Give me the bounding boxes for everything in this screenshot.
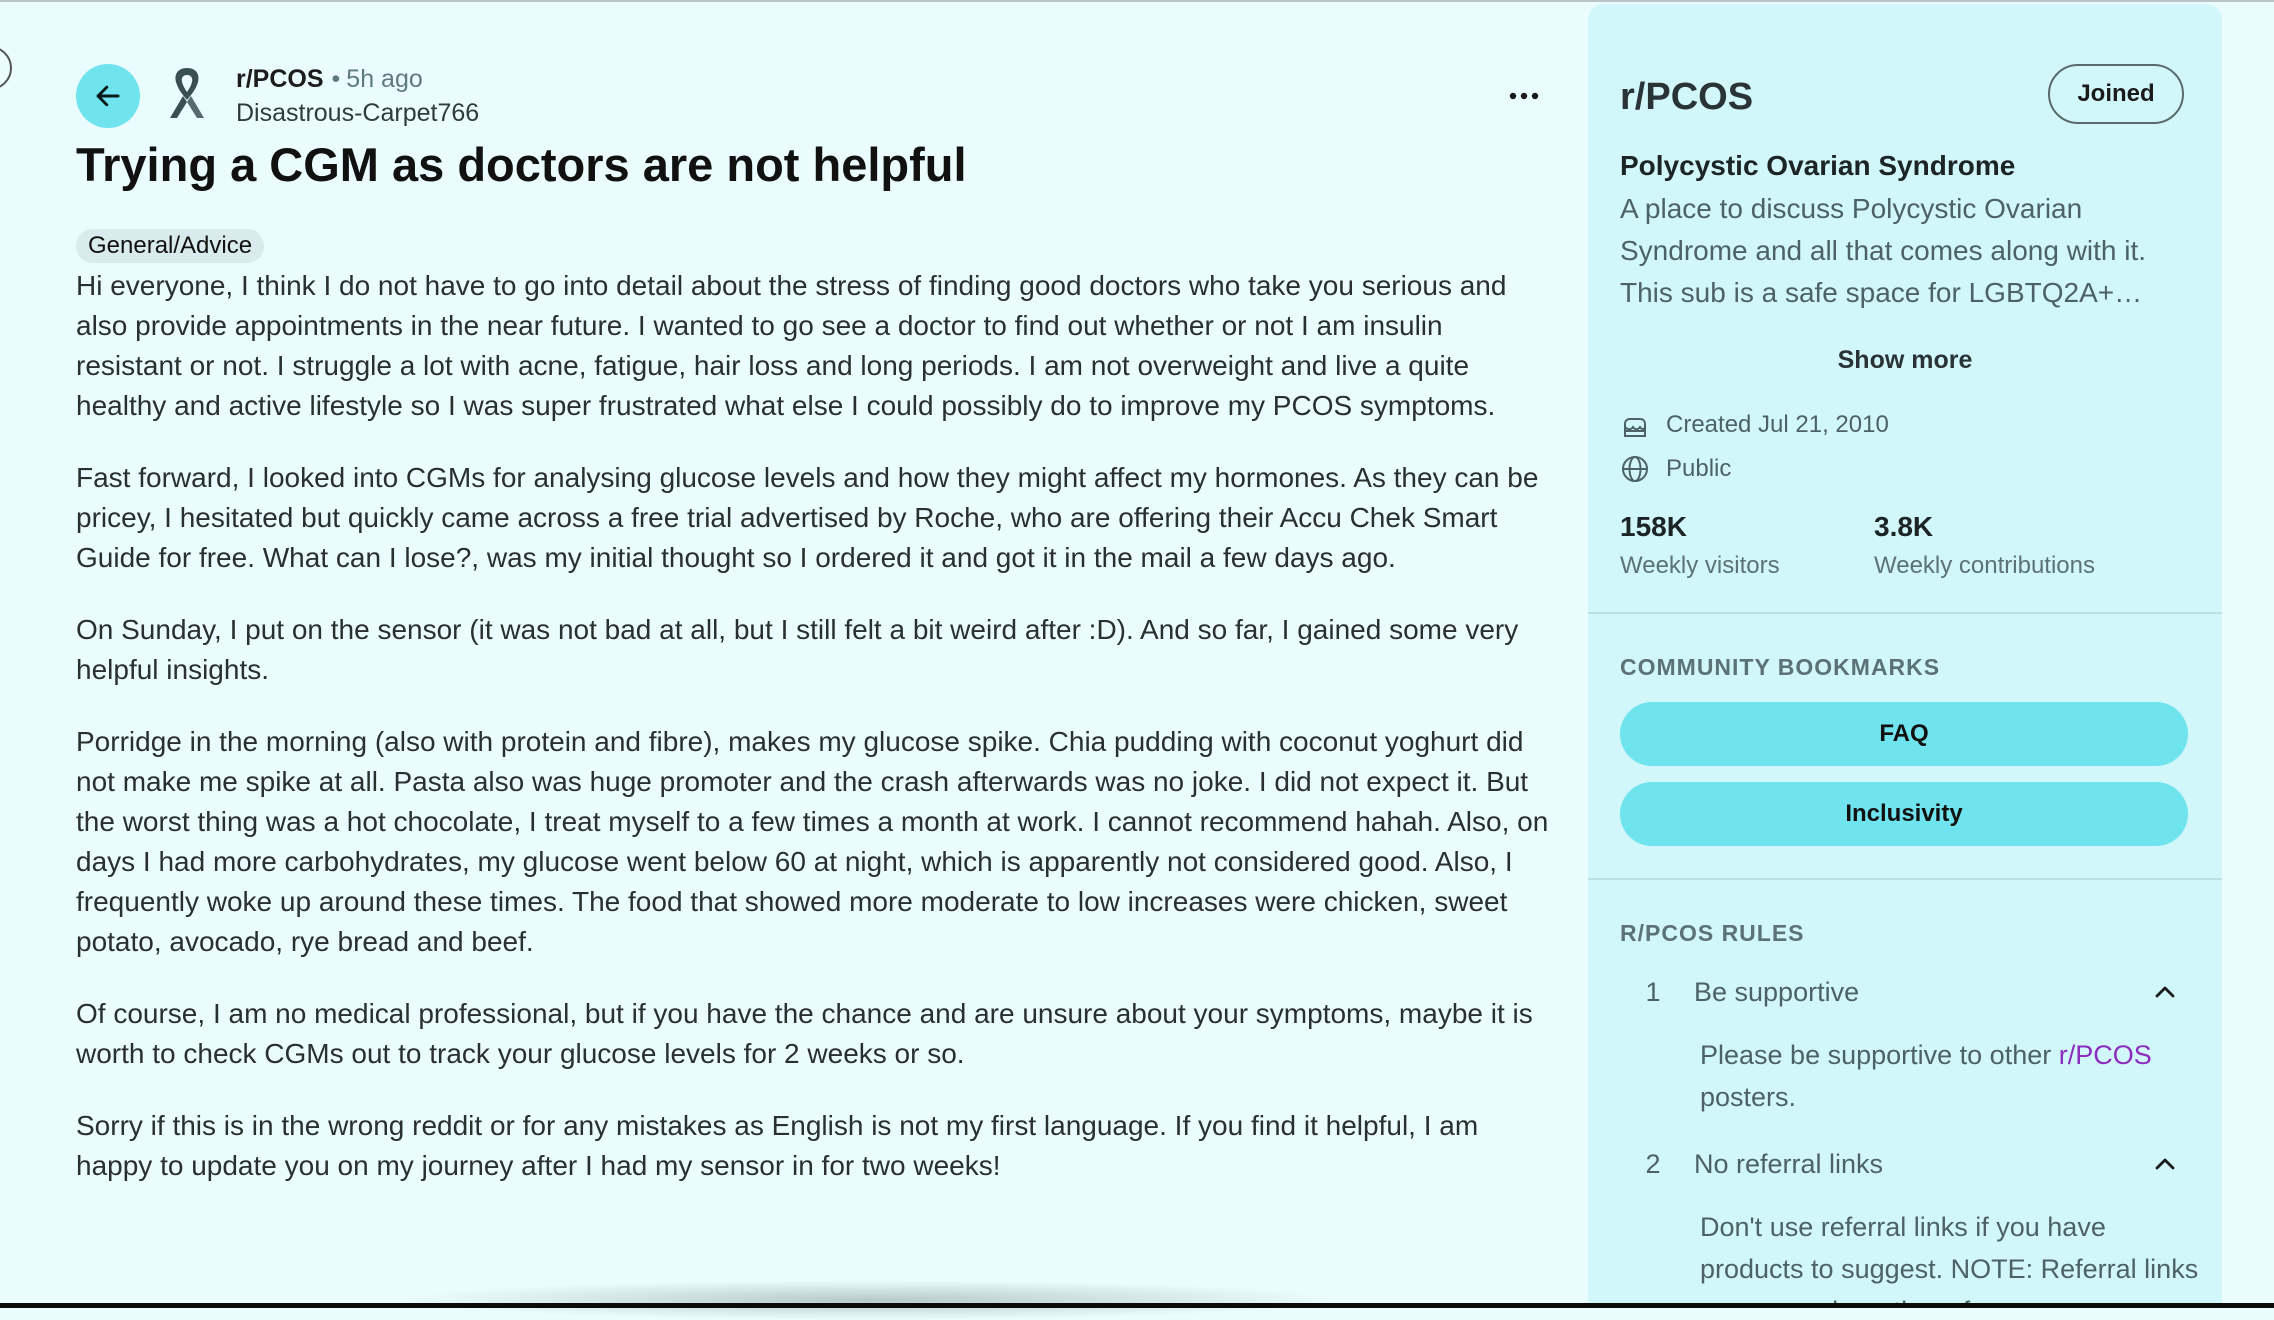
visibility-info: Public xyxy=(1620,454,1731,484)
subreddit-link[interactable]: r/PCOS xyxy=(2059,1040,2152,1070)
edge-control[interactable] xyxy=(0,46,12,90)
community-description: A place to discuss Polycystic Ovarian Sy… xyxy=(1620,193,2147,308)
stat-weekly-visitors: 158K Weekly visitors xyxy=(1620,510,1780,580)
back-button[interactable] xyxy=(76,64,140,128)
bookmarks-heading: COMMUNITY BOOKMARKS xyxy=(1620,654,1941,680)
created-date: Created Jul 21, 2010 xyxy=(1666,411,1889,438)
window-bottom-border xyxy=(0,1303,2274,1308)
cake-icon xyxy=(1624,418,1646,437)
stat-value: 3.8K xyxy=(1874,511,1934,542)
ribbon-icon xyxy=(170,68,204,118)
chevron-up-icon xyxy=(2155,986,2175,998)
author-link[interactable]: Disastrous-Carpet766 xyxy=(236,96,479,130)
chevron-up-icon xyxy=(2155,1158,2175,1170)
rule-title: Be supportive xyxy=(1694,976,1860,1007)
created-info: Created Jul 21, 2010 xyxy=(1620,410,1889,440)
stat-weekly-contributions: 3.8K Weekly contributions xyxy=(1874,510,2095,580)
subreddit-avatar[interactable] xyxy=(156,62,218,124)
ellipsis-icon xyxy=(1509,92,1539,100)
separator-dot: • xyxy=(331,65,341,93)
scroll-shadow xyxy=(400,1280,1340,1320)
rule-desc-text: Please be supportive to other xyxy=(1700,1040,2059,1070)
sidebar-divider xyxy=(1588,878,2222,880)
show-more-button[interactable]: Show more xyxy=(1588,346,2222,375)
rule-item-2[interactable]: 2 No referral links xyxy=(1620,1139,2188,1189)
more-options-button[interactable] xyxy=(1494,76,1554,116)
post-paragraph: Sorry if this is in the wrong reddit or … xyxy=(76,1110,1479,1181)
post-paragraph: Fast forward, I looked into CGMs for ana… xyxy=(76,462,1539,573)
stat-label: Weekly contributions xyxy=(1874,552,2095,579)
post-paragraph: Porridge in the morning (also with prote… xyxy=(76,726,1549,957)
post-paragraph: Of course, I am no medical professional,… xyxy=(76,998,1533,1069)
rule-title: No referral links xyxy=(1694,1148,1884,1179)
stat-label: Weekly visitors xyxy=(1620,552,1780,579)
rules-heading: R/PCOS RULES xyxy=(1620,920,1805,946)
rule-number: 1 xyxy=(1645,976,1661,1007)
post-title: Trying a CGM as doctors are not helpful xyxy=(76,138,967,191)
rule-item-1[interactable]: 1 Be supportive xyxy=(1620,967,2188,1017)
rule-desc-text: posters. xyxy=(1700,1082,1797,1112)
community-title: Polycystic Ovarian Syndrome xyxy=(1620,150,2016,181)
post-paragraph: Hi everyone, I think I do not have to go… xyxy=(76,270,1507,421)
rule-description: Don't use referral links if you have pro… xyxy=(1700,1212,2199,1308)
joined-button[interactable]: Joined xyxy=(2048,64,2184,124)
stat-value: 158K xyxy=(1620,511,1687,542)
post-meta: r/PCOS • 5h ago Disastrous-Carpet766 xyxy=(236,62,479,130)
post-body: Hi everyone, I think I do not have to go… xyxy=(76,266,1556,1218)
subreddit-link[interactable]: r/PCOS xyxy=(236,65,324,93)
bookmark-inclusivity-button[interactable]: Inclusivity xyxy=(1620,782,2188,846)
sidebar-divider xyxy=(1588,612,2222,614)
post-age: 5h ago xyxy=(346,65,423,93)
arrow-left-icon xyxy=(96,85,120,107)
window-top-border xyxy=(0,0,2274,2)
community-sidebar: r/PCOS Joined Polycystic Ovarian Syndrom… xyxy=(1588,4,2222,1308)
globe-icon xyxy=(1622,456,1648,482)
post-flair[interactable]: General/Advice xyxy=(76,229,265,263)
visibility-label: Public xyxy=(1666,455,1732,482)
bookmark-faq-button[interactable]: FAQ xyxy=(1620,702,2188,766)
post-paragraph: On Sunday, I put on the sensor (it was n… xyxy=(76,614,1519,685)
community-name[interactable]: r/PCOS xyxy=(1620,76,1753,119)
rule-description: Please be supportive to other r/PCOS pos… xyxy=(1700,1034,2200,1118)
rule-number: 2 xyxy=(1645,1148,1661,1179)
